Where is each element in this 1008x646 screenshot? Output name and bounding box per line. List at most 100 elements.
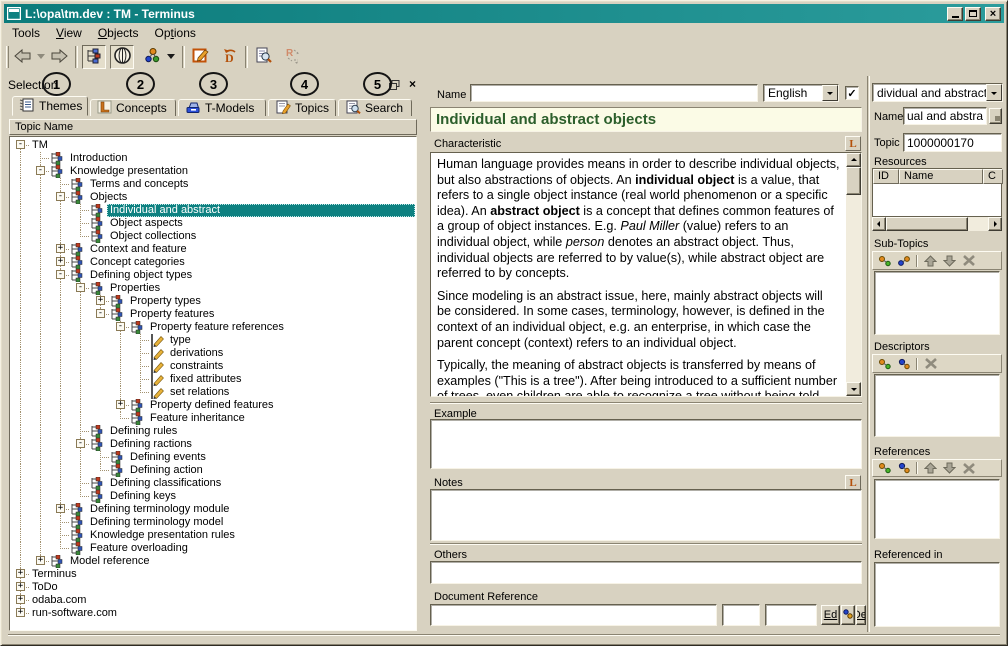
expand-box-icon[interactable]: + [96,296,105,305]
tree-item-label[interactable]: Property feature references [147,321,287,334]
edit-reference-button[interactable]: Ed [821,605,840,625]
resources-col-id[interactable]: ID [873,169,899,184]
tree-item-label[interactable]: Feature overloading [87,542,191,555]
tree-item-label[interactable]: Defining keys [107,490,179,503]
collapse-box-icon[interactable]: - [56,192,65,201]
expand-box-icon[interactable]: + [36,556,45,565]
document-reference-field3[interactable] [765,604,817,626]
scroll-up-icon[interactable] [846,153,861,167]
tree-item-label[interactable]: ToDo [29,581,61,594]
back-history-dropdown[interactable] [35,45,47,69]
update-references-button[interactable]: R [280,45,304,69]
tab-topics[interactable]: Topics [268,99,336,116]
move-up-icon[interactable] [922,254,939,268]
tree-item-label[interactable]: Terms and concepts [87,178,191,191]
resources-hscrollbar[interactable] [872,217,1002,231]
scroll-down-icon[interactable] [846,382,861,396]
forward-button[interactable] [47,45,71,69]
close-button[interactable]: × [985,6,1001,21]
tree-item[interactable]: + Property types [10,294,416,309]
collapse-box-icon[interactable]: - [36,166,45,175]
tree-item[interactable]: Defining rules [10,424,416,439]
expand-box-icon[interactable]: + [16,569,25,578]
tree-item[interactable]: Defining classifications [10,476,416,491]
collapse-box-icon[interactable]: - [116,322,125,331]
scrollbar-thumb[interactable] [886,217,968,231]
resources-col-name[interactable]: Name [899,169,983,184]
move-down-icon[interactable] [941,461,958,475]
splitter[interactable] [430,543,862,545]
scroll-right-icon[interactable] [988,217,1002,231]
tree-item-label[interactable]: Defining action [127,464,206,477]
notes-textarea[interactable] [430,489,862,541]
add-topic-icon[interactable] [895,254,912,268]
add-link-icon[interactable] [876,254,893,268]
tree-item[interactable]: - TM [10,139,416,152]
tree-item-label[interactable]: Introduction [67,152,130,165]
tree-item[interactable]: Feature inheritance [10,411,416,426]
topic-selector[interactable]: dividual and abstract [872,83,1003,102]
tree-item[interactable]: constraints [10,360,416,373]
expand-box-icon[interactable]: + [56,257,65,266]
tree-item-label[interactable]: Individual and abstract [107,204,415,217]
tree-item-label[interactable]: Knowledge presentation rules [87,529,238,542]
tree-item-label[interactable]: Defining ractions [107,438,195,451]
tab-tmodels[interactable]: T-Models [178,99,266,116]
tree-item-label[interactable]: Terminus [29,568,80,581]
edit-topic-button[interactable] [189,45,213,69]
resources-col-c[interactable]: C [983,169,1003,184]
move-down-icon[interactable] [941,254,958,268]
remove-icon[interactable] [960,461,977,475]
tab-themes[interactable]: Themes [12,96,88,116]
others-input[interactable] [430,561,862,584]
overview-button[interactable] [110,45,134,69]
tree-item-label[interactable]: Object aspects [107,217,186,230]
delete-reference-button[interactable]: Del [856,605,866,625]
topic-name-more-button[interactable] [989,108,1002,124]
tree-item-label[interactable]: derivations [167,347,226,360]
language-dropdown-icon[interactable] [822,85,838,101]
referenced-in-list[interactable] [874,562,1000,627]
menu-options[interactable]: Options [147,24,204,42]
add-link-icon[interactable] [876,461,893,475]
tree-item-label[interactable]: type [167,334,194,347]
tree-item[interactable]: set relations [10,386,416,399]
tree-item[interactable]: + odaba.com [10,594,416,607]
resources-table[interactable]: ID Name C [872,168,1003,217]
menu-view[interactable]: View [48,24,90,42]
splitter[interactable] [430,402,862,404]
document-reference-field2[interactable] [722,604,760,626]
example-textarea[interactable] [430,419,862,469]
expand-box-icon[interactable]: + [116,400,125,409]
expand-box-icon[interactable]: + [16,608,25,617]
tree-item-label[interactable]: TM [29,139,51,152]
tree-item-label[interactable]: Property types [127,295,204,308]
tree-item[interactable]: + Defining terminology module [10,502,416,517]
tree-item[interactable]: Object collections [10,229,416,244]
tree-item-label[interactable]: Concept categories [87,256,188,269]
close-panel-icon[interactable]: × [409,77,416,91]
collapse-box-icon[interactable]: - [56,270,65,279]
tree-item[interactable]: + run-software.com [10,607,416,620]
references-list[interactable] [874,479,1000,539]
tree-item[interactable]: Defining terminology model [10,515,416,530]
language-checkbox[interactable]: ✓ [845,86,859,100]
tree-item[interactable]: Object aspects [10,216,416,231]
relations-button[interactable] [140,45,164,69]
tree-item-label[interactable]: Defining terminology model [87,516,226,529]
characteristic-language-button[interactable]: L [845,136,861,151]
tree-item[interactable]: + Model reference [10,554,416,569]
tree-item-label[interactable]: Object collections [107,230,199,243]
tree-item[interactable]: + Context and feature [10,242,416,257]
tree-item[interactable]: fixed attributes [10,373,416,386]
tree-item-label[interactable]: run-software.com [29,607,120,620]
document-reference-input[interactable] [430,604,717,626]
tree-item-label[interactable]: Knowledge presentation [67,165,191,178]
tree-item-label[interactable]: Feature inheritance [147,412,248,425]
tree-item-label[interactable]: Context and feature [87,243,190,256]
topic-tree[interactable]: - TM Introduction - Knowledge presentation Te… [9,136,417,631]
revert-button[interactable]: D [217,45,241,69]
title-bar[interactable]: L:\opa\tm.dev : TM - Terminus × [4,4,1004,23]
tree-item[interactable]: - Defining ractions [10,437,416,452]
tree-item-label[interactable]: Property features [127,308,217,321]
